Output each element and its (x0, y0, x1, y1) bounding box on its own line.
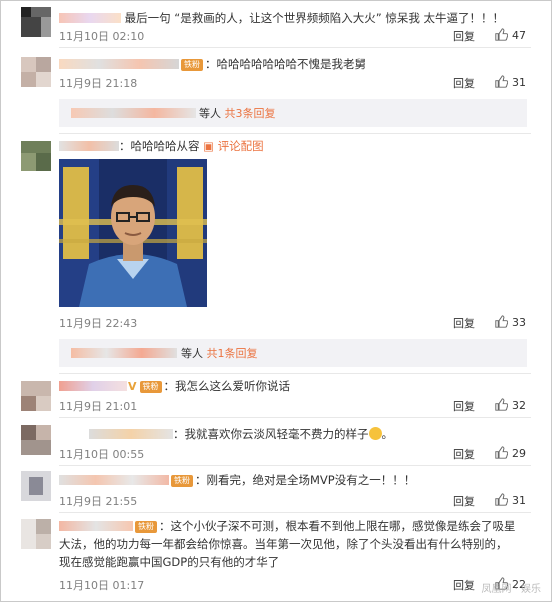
comment-text-line: 大法，他的功力每一年都会给你惊喜。当年第一次见他，除了个头没看出有什么特别的， (59, 537, 508, 551)
sub-reply-text: 等人 (199, 107, 221, 120)
timestamp: 11月10日 02:10 (59, 30, 145, 43)
divider (59, 373, 531, 374)
watermark: 凤凰网 · 娱乐 (481, 584, 541, 595)
like-button[interactable]: 33 (495, 315, 526, 329)
sub-reply-box[interactable]: 等人 共1条回复 (59, 339, 527, 367)
like-count: 33 (512, 316, 526, 329)
like-button[interactable]: 31 (495, 493, 526, 507)
like-count: 31 (512, 76, 526, 89)
comment-text: 铁粉 ：刚看完，绝对是全场MVP没有之一！！！ (59, 471, 415, 489)
timestamp: 11月10日 01:17 (59, 579, 145, 592)
thumbs-up-icon (495, 28, 509, 41)
username-redacted[interactable] (59, 59, 179, 69)
comment-text: 最后一句 “是救画的人，让这个世界频频陷入大火” 惊呆我 太牛逼了！！！ (59, 9, 504, 27)
avatar[interactable] (21, 519, 51, 549)
username-redacted (71, 108, 196, 118)
avatar[interactable] (21, 381, 51, 411)
fan-badge: 铁粉 (135, 521, 157, 533)
reply-button[interactable]: 回复 (453, 398, 475, 414)
username-redacted[interactable] (59, 521, 133, 531)
comment-text: V 铁粉 ：我怎么这么爱听你说话 (59, 377, 290, 396)
sub-reply-text: 等人 (181, 347, 203, 360)
reply-button[interactable]: 回复 (453, 493, 475, 509)
sub-reply-box[interactable]: 等人 共3条回复 (59, 99, 527, 127)
thumbs-up-icon (495, 75, 509, 88)
fan-badge: 铁粉 (139, 381, 162, 393)
thumbs-up-icon (495, 315, 509, 328)
timestamp: 11月9日 22:43 (59, 317, 138, 330)
avatar[interactable] (21, 57, 51, 87)
avatar[interactable] (21, 425, 51, 455)
comment-text: 铁粉 ：哈哈哈哈哈哈哈不愧是我老舅 (59, 55, 366, 73)
like-button[interactable]: 29 (495, 446, 526, 460)
username-redacted[interactable] (59, 475, 169, 485)
reply-button[interactable]: 回复 (453, 315, 475, 331)
verified-v-icon: V (128, 380, 137, 393)
divider (59, 512, 531, 513)
like-count: 47 (512, 29, 526, 42)
like-button[interactable]: 32 (495, 398, 526, 412)
smile-emoji-icon (368, 427, 382, 440)
like-button[interactable]: 47 (495, 28, 526, 42)
username-redacted[interactable] (59, 141, 119, 151)
thumbs-up-icon (495, 446, 509, 459)
reply-button[interactable]: 回复 (453, 446, 475, 462)
divider (59, 465, 531, 466)
timestamp: 11月9日 21:55 (59, 495, 138, 508)
thumbs-up-icon (495, 493, 509, 506)
comment-text: ：我就喜欢你云淡风轻毫不费力的样子。 (59, 425, 393, 443)
divider (59, 417, 531, 418)
like-count: 32 (512, 399, 526, 412)
avatar[interactable] (21, 141, 51, 171)
comment-list: 最后一句 “是救画的人，让这个世界频频陷入大火” 惊呆我 太牛逼了！！！ 11月… (0, 0, 552, 602)
fan-badge: 铁粉 (181, 59, 203, 71)
avatar[interactable] (21, 7, 51, 37)
reply-button[interactable]: 回复 (453, 28, 475, 44)
username-redacted[interactable] (59, 381, 127, 391)
comment-image[interactable] (59, 159, 207, 307)
fan-badge: 铁粉 (171, 475, 193, 487)
reply-button[interactable]: 回复 (453, 75, 475, 91)
avatar[interactable] (21, 471, 51, 501)
divider (59, 133, 531, 134)
view-replies-link[interactable]: 共1条回复 (207, 347, 258, 360)
like-button[interactable]: 31 (495, 75, 526, 89)
person-photo-illustration (59, 159, 207, 307)
timestamp: 11月9日 21:01 (59, 400, 138, 413)
timestamp: 11月10日 00:55 (59, 448, 145, 461)
username-redacted[interactable] (59, 13, 121, 23)
comment-text-line: 现在感觉能跑赢中国GDP的只有他的才华了 (59, 555, 280, 569)
image-icon: ▣ (203, 139, 218, 153)
comment-text: ：哈哈哈哈从容 ▣ 评论配图 (59, 137, 264, 155)
comment-image-link[interactable]: ▣ 评论配图 (203, 139, 264, 153)
reply-button[interactable]: 回复 (453, 577, 475, 593)
timestamp: 11月9日 21:18 (59, 77, 138, 90)
like-count: 31 (512, 494, 526, 507)
thumbs-up-icon (495, 398, 509, 411)
divider (59, 47, 531, 48)
username-redacted (71, 348, 177, 358)
username-redacted[interactable] (89, 429, 173, 439)
comment-text: 铁粉 ：这个小伙子深不可测，根本看不到他上限在哪，感觉像是练会了吸星 (59, 517, 516, 535)
like-count: 29 (512, 447, 526, 460)
view-replies-link[interactable]: 共3条回复 (225, 107, 276, 120)
